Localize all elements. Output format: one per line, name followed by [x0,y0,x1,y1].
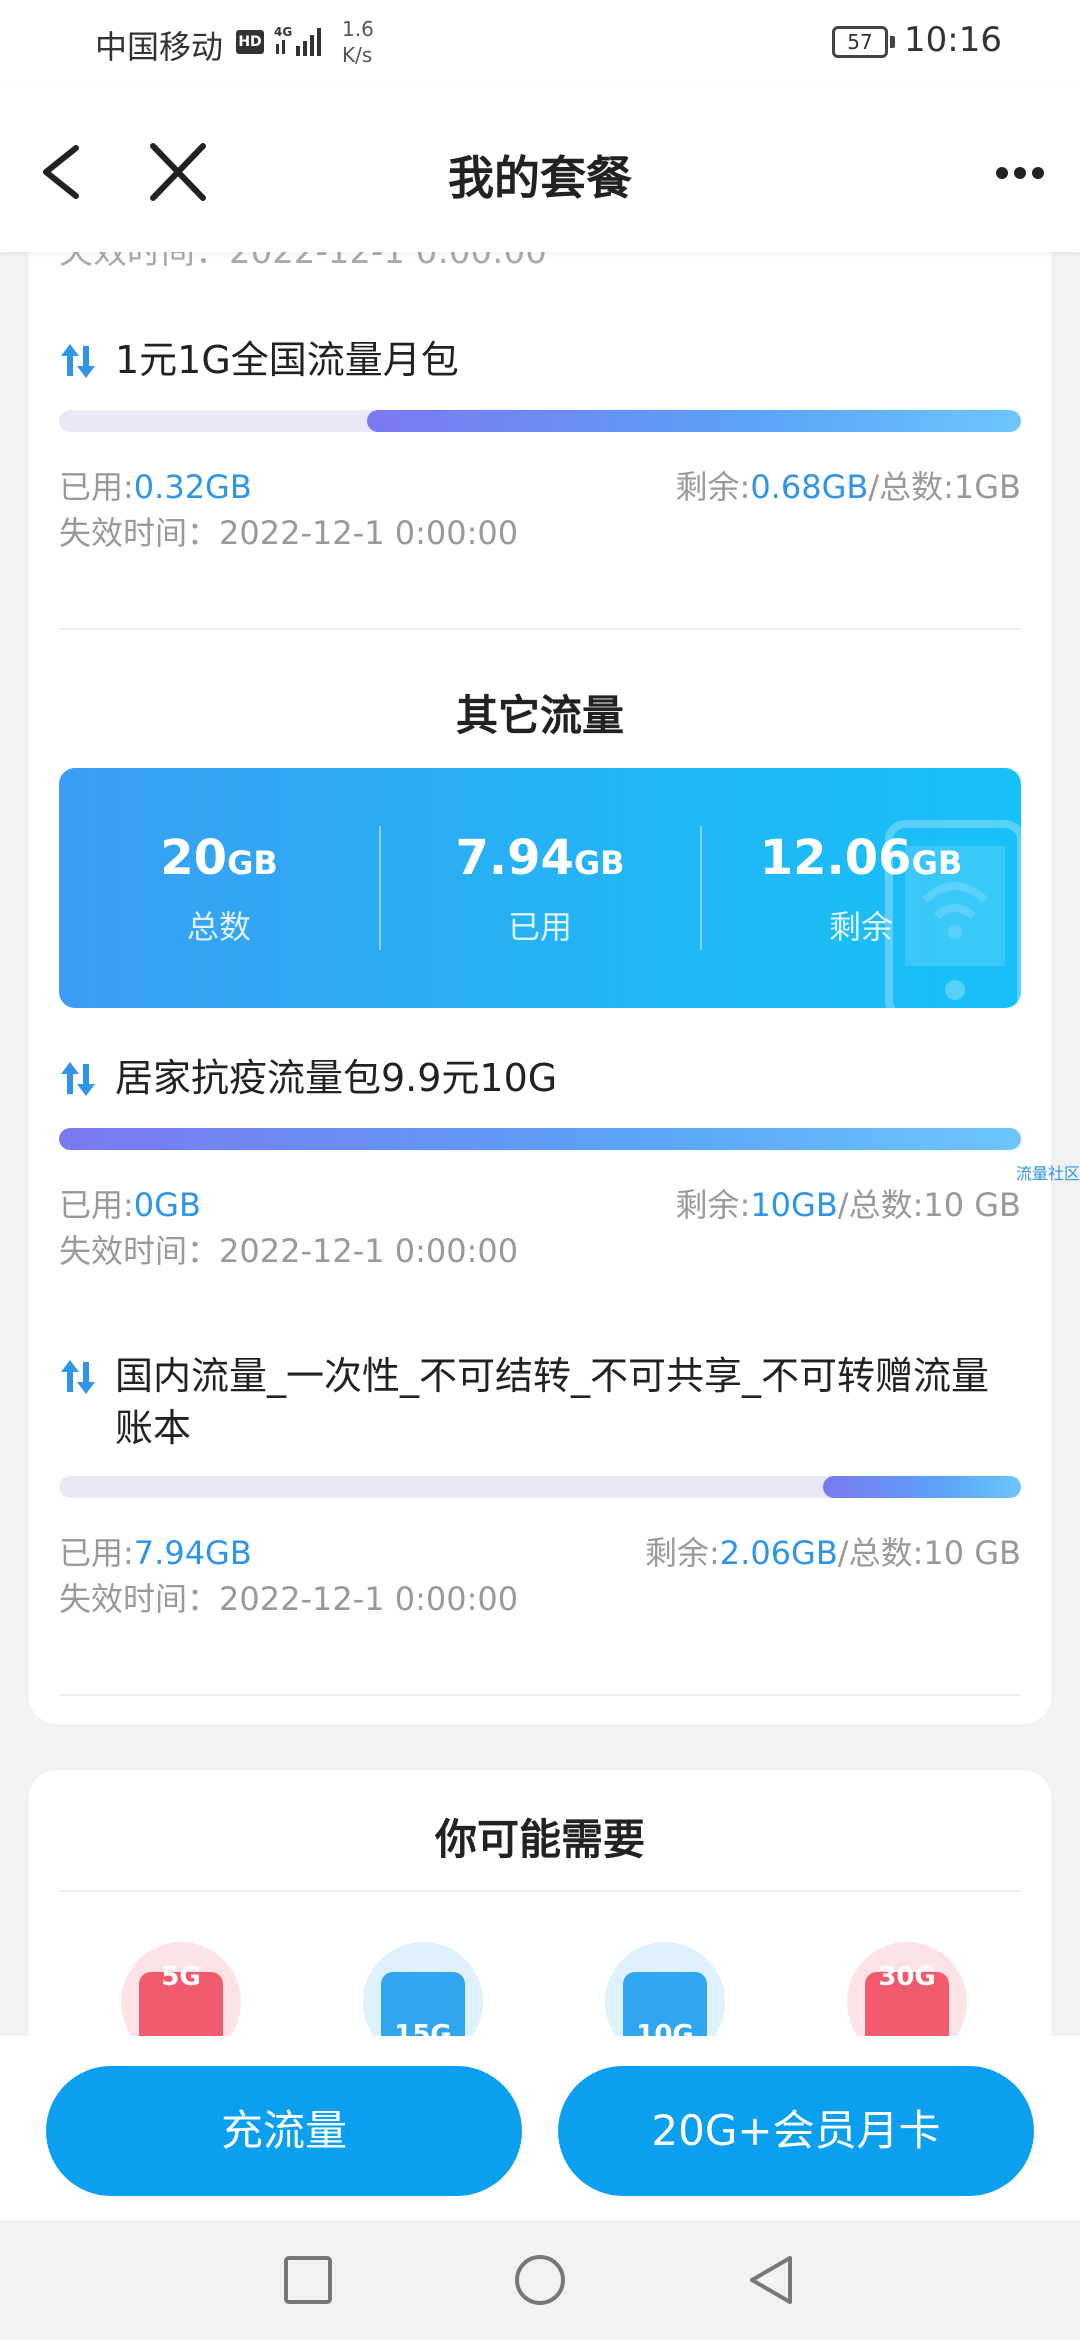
remain-label: 剩余: [644,1534,720,1572]
side-tag[interactable]: 流量社区 [1016,1160,1080,1184]
used-value: 0.32GB [133,468,252,506]
total-value: 1GB [953,468,1021,506]
signal-icon: 4G [274,25,321,56]
summary-total-unit: GB [227,844,278,882]
recent-apps-icon[interactable] [278,2250,338,2310]
summary-used: 7.94GB 已用 [380,768,700,1008]
divider [59,1890,1021,1892]
speed-unit: K/s [342,43,373,67]
total-label: /总数: [868,468,954,506]
summary-used-label: 已用 [507,908,572,946]
partial-expire-text: 失效时间：2022-12-1 0:00:00 [59,252,547,272]
status-bar: 中国移动 HD 4G 1.6 K/s 57 10:16 [0,0,1080,88]
summary-total: 20GB 总数 [59,768,379,1008]
package-item: 居家抗疫流量包9.9元10G 已用:0GB 剩余:10GB/总数:10 GB 失… [59,1052,1021,1272]
used-amount: 已用:0.32GB [59,462,252,508]
progress-bar [59,1476,1021,1498]
total-label: /总数: [837,1186,924,1224]
data-transfer-icon [61,344,95,378]
back-nav-icon[interactable] [742,2250,802,2310]
page-title: 我的套餐 [448,151,632,205]
total-value: 10 GB [923,1534,1021,1572]
package-item: 国内流量_一次性_不可结转_不可共享_不可转赠流量账本 已用:7.94GB 剩余… [59,1350,1021,1618]
summary-remain-label: 剩余 [828,908,893,946]
expire-time: 失效时间：2022-12-1 0:00:00 [59,1232,519,1270]
used-amount: 已用:7.94GB [59,1528,252,1574]
recharge-button[interactable]: 充流量 [46,2066,522,2196]
progress-bar [59,410,1021,432]
summary-remain: 12.06GB 剩余 [701,768,1021,1008]
remain-total: 剩余:0.68GB/总数:1GB [676,462,1021,508]
home-icon[interactable] [510,2250,570,2310]
traffic-summary: 20GB 总数 7.94GB 已用 12.06GB 剩余 [59,768,1021,1008]
progress-fill [822,1476,1021,1498]
package-name: 国内流量_一次性_不可结转_不可共享_不可转赠流量账本 [115,1354,990,1450]
battery-icon: 57 [832,26,895,58]
used-value: 0GB [133,1186,201,1224]
total-label: /总数: [837,1534,924,1572]
network-speed: 1.6 K/s [342,16,374,68]
data-transfer-icon [61,1360,95,1394]
used-label: 已用: [59,1534,134,1572]
other-traffic-title: 其它流量 [455,691,624,740]
expire-time: 失效时间：2022-12-1 0:00:00 [59,1580,519,1618]
progress-fill [59,1128,1021,1150]
divider [59,628,1021,630]
divider [59,1694,1021,1696]
remain-value: 2.06GB [719,1534,838,1572]
progress-fill [366,410,1021,432]
summary-remain-value: 12.06 [759,830,912,886]
used-amount: 已用:0GB [59,1180,201,1226]
package-name: 1元1G全国流量月包 [115,338,459,382]
suggest-label: 5G [161,1962,201,1992]
suggest-label: 30G [878,1962,936,1992]
remain-label: 剩余: [675,468,751,506]
data-transfer-icon [61,1062,95,1096]
svg-text:4G: 4G [274,25,292,39]
remain-value: 10GB [750,1186,838,1224]
summary-used-value: 7.94 [455,830,574,886]
summary-total-label: 总数 [186,908,251,946]
remain-value: 0.68GB [750,468,869,506]
expire-time: 失效时间：2022-12-1 0:00:00 [59,514,519,552]
summary-used-unit: GB [573,844,625,882]
suggest-title: 你可能需要 [434,1815,645,1864]
package-name: 居家抗疫流量包9.9元10G [115,1056,558,1100]
speed-value: 1.6 [342,17,374,41]
suggest-card: 你可能需要 5G 15G 10G 30G [29,1770,1051,2070]
nav-bar: 我的套餐 [0,88,1080,252]
remain-total: 剩余:10GB/总数:10 GB [676,1180,1021,1226]
remain-label: 剩余: [675,1186,751,1224]
package-item: 1元1G全国流量月包 已用:0.32GB 剩余:0.68GB/总数:1GB 失效… [59,334,1021,554]
total-value: 10 GB [923,1186,1021,1224]
system-nav-bar [0,2220,1080,2340]
summary-total-value: 20 [160,830,228,886]
more-icon[interactable] [990,158,1050,188]
package-card: 失效时间：2022-12-1 0:00:00 1元1G全国流量月包 已用:0.3… [29,252,1051,1724]
remain-total: 剩余:2.06GB/总数:10 GB [645,1528,1021,1574]
used-value: 7.94GB [133,1534,252,1572]
membership-button[interactable]: 20G+会员月卡 [558,2066,1034,2196]
progress-bar [59,1128,1021,1150]
used-label: 已用: [59,1186,134,1224]
action-bar: 充流量 20G+会员月卡 [0,2036,1080,2220]
carrier-name: 中国移动 [95,28,224,66]
clock: 10:16 [904,20,1002,60]
used-label: 已用: [59,468,134,506]
summary-remain-unit: GB [911,844,963,882]
hd-badge: HD [236,30,264,54]
